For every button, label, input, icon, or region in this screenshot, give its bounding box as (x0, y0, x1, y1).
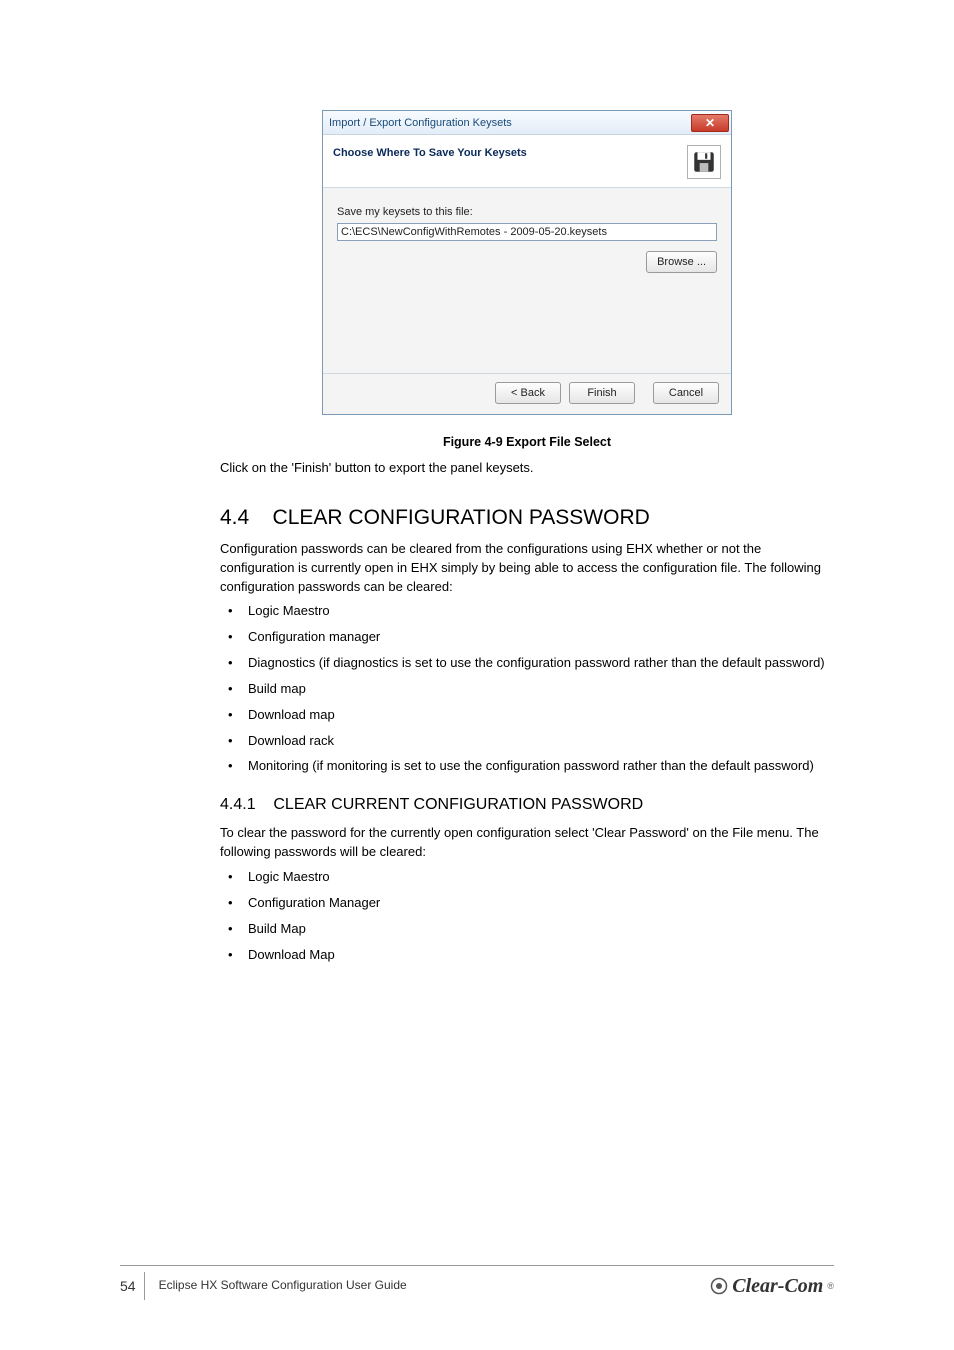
brand-logo: Clear-Com ® (710, 1275, 834, 1298)
list-item: Logic Maestro (224, 602, 834, 621)
caption-followup: Click on the 'Finish' button to export t… (220, 459, 834, 478)
logo-icon (710, 1277, 728, 1295)
page-number: 54 (120, 1272, 145, 1300)
save-label: Save my keysets to this file: (337, 206, 717, 218)
file-path-input[interactable] (337, 223, 717, 241)
section-number: 4.4 (220, 506, 249, 529)
list-item: Monitoring (if monitoring is set to use … (224, 757, 834, 776)
dialog-titlebar: Import / Export Configuration Keysets ✕ (323, 111, 731, 135)
browse-button[interactable]: Browse ... (646, 251, 717, 273)
logo-text: Clear-Com (732, 1275, 823, 1298)
dialog-window: Import / Export Configuration Keysets ✕ … (322, 110, 732, 415)
list-item: Download rack (224, 732, 834, 751)
section-title: CLEAR CONFIGURATION PASSWORD (273, 506, 650, 529)
floppy-icon (687, 145, 721, 179)
list-item: Configuration manager (224, 628, 834, 647)
footer-doc-title: Eclipse HX Software Configuration User G… (159, 1278, 407, 1294)
registered-mark: ® (827, 1281, 834, 1291)
page-footer: 54 Eclipse HX Software Configuration Use… (120, 1265, 834, 1300)
list-item: Download Map (224, 946, 834, 965)
list-item: Logic Maestro (224, 868, 834, 887)
footer-divider (120, 1265, 834, 1266)
dialog-header-title: Choose Where To Save Your Keysets (333, 147, 527, 159)
list-item: Build Map (224, 920, 834, 939)
dialog-body: Save my keysets to this file: Browse ... (323, 188, 731, 373)
close-icon: ✕ (705, 117, 715, 129)
subsection-heading: 4.4.1 CLEAR CURRENT CONFIGURATION PASSWO… (220, 796, 834, 814)
list-item: Configuration Manager (224, 894, 834, 913)
subsection-paragraph: To clear the password for the currently … (220, 824, 834, 862)
dialog-header: Choose Where To Save Your Keysets (323, 135, 731, 188)
section-heading: 4.4 CLEAR CONFIGURATION PASSWORD (220, 506, 834, 530)
list-item: Diagnostics (if diagnostics is set to us… (224, 654, 834, 673)
list-item: Build map (224, 680, 834, 699)
list-item: Download map (224, 706, 834, 725)
back-button[interactable]: < Back (495, 382, 561, 404)
bullet-list-1: Logic Maestro Configuration manager Diag… (220, 602, 834, 776)
figure-caption: Figure 4-9 Export File Select (220, 435, 834, 449)
close-button[interactable]: ✕ (691, 114, 729, 132)
section-paragraph: Configuration passwords can be cleared f… (220, 540, 834, 597)
finish-button[interactable]: Finish (569, 382, 635, 404)
dialog-title: Import / Export Configuration Keysets (329, 117, 512, 129)
subsection-number: 4.4.1 (220, 796, 256, 813)
dialog-footer: < Back Finish Cancel (323, 373, 731, 414)
subsection-title: CLEAR CURRENT CONFIGURATION PASSWORD (273, 796, 643, 813)
cancel-button[interactable]: Cancel (653, 382, 719, 404)
bullet-list-2: Logic Maestro Configuration Manager Buil… (220, 868, 834, 964)
